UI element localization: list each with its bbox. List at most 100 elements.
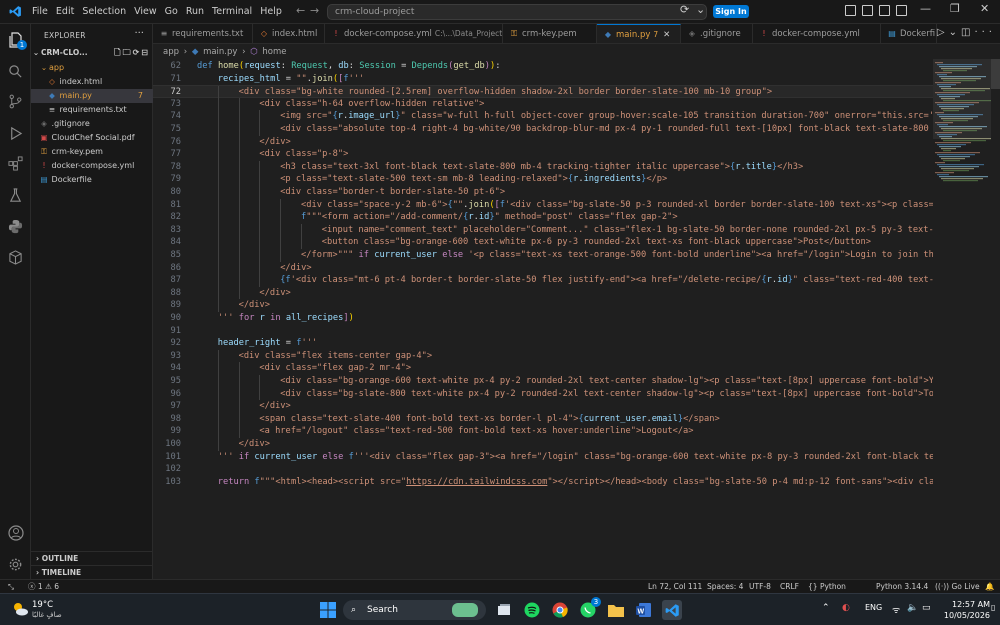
- more-actions-icon[interactable]: ···: [974, 27, 996, 38]
- code-line[interactable]: 81 <div class="space-y-2 mb-6">{"".join([…: [153, 198, 933, 212]
- system-clock[interactable]: 12:57 AM 10/05/2026: [938, 599, 990, 621]
- code-line[interactable]: 97 </div>: [153, 400, 933, 413]
- code-line[interactable]: 79 <p class="text-slate-500 text-sm mb-8 …: [153, 173, 933, 186]
- taskbar-search[interactable]: ⌕ Search: [343, 600, 486, 620]
- code-line[interactable]: 72 <div class="bg-white rounded-[2.5rem] …: [153, 85, 933, 99]
- sign-in-button[interactable]: Sign In: [713, 5, 749, 18]
- extensions-icon[interactable]: [6, 154, 25, 173]
- settings-gear-icon[interactable]: [6, 555, 25, 574]
- menu-go[interactable]: Go: [161, 6, 182, 17]
- source-control-icon[interactable]: [6, 92, 25, 111]
- tree-file-requirements[interactable]: ≡ requirements.txt: [31, 103, 153, 117]
- tab-gitignore[interactable]: ◈ .gitignore: [681, 24, 753, 43]
- toggle-panel-icon[interactable]: [862, 5, 873, 16]
- code-line[interactable]: 77 <div class="p-8">: [153, 148, 933, 161]
- menu-view[interactable]: View: [130, 6, 161, 17]
- tree-file-gitignore[interactable]: ◈ .gitignore: [31, 117, 153, 131]
- battery-icon[interactable]: ▭: [922, 603, 931, 613]
- minimize-icon[interactable]: —: [920, 2, 931, 15]
- code-line[interactable]: 75 <div class="absolute top-4 right-4 bg-…: [153, 123, 933, 136]
- tree-folder-app[interactable]: ⌄ app: [31, 61, 153, 75]
- breadcrumb-folder[interactable]: app: [163, 47, 179, 57]
- restore-icon[interactable]: ❐: [950, 2, 960, 15]
- tab-main-py[interactable]: ◆ main.py 7 ✕: [597, 24, 681, 43]
- file-explorer-icon[interactable]: [606, 600, 626, 620]
- indentation[interactable]: Spaces: 4: [707, 580, 743, 593]
- tab-docker-compose-data[interactable]: ! docker-compose.yml C:\...\Data_Project: [325, 24, 503, 43]
- code-editor[interactable]: 62 def home(request: Request, db: Session…: [153, 59, 933, 579]
- menu-help[interactable]: Help: [256, 6, 286, 17]
- split-editor-icon[interactable]: ◫: [961, 27, 974, 38]
- code-line[interactable]: 85 </form>""" if current_user else '<p cl…: [153, 249, 933, 262]
- tree-file-pem[interactable]: ⚿ crm-key.pem: [31, 145, 153, 159]
- whatsapp-icon[interactable]: 3: [578, 597, 601, 620]
- code-line[interactable]: 101 ''' if current_user else f'''<div cla…: [153, 451, 933, 464]
- run-file-icon[interactable]: ▷: [937, 27, 949, 38]
- explorer-files-icon[interactable]: 1: [6, 30, 27, 50]
- testing-flask-icon[interactable]: [6, 186, 25, 205]
- account-icon[interactable]: [6, 523, 25, 542]
- close-icon[interactable]: ✕: [980, 2, 989, 15]
- antivirus-tray-icon[interactable]: ◐: [842, 603, 850, 613]
- end-of-line[interactable]: CRLF: [780, 580, 799, 593]
- language-mode[interactable]: {} Python: [808, 580, 846, 593]
- tab-docker-compose[interactable]: ! docker-compose.yml: [753, 24, 881, 43]
- task-view-icon[interactable]: [494, 600, 514, 620]
- code-line[interactable]: 73 <div class="h-64 overflow-hidden relat…: [153, 97, 933, 111]
- code-line[interactable]: 103 return f"""<html><head><script src="h…: [153, 476, 933, 489]
- tree-file-dockerfile[interactable]: ▤ Dockerfile: [31, 173, 153, 187]
- menu-selection[interactable]: Selection: [78, 6, 130, 17]
- sync-icon[interactable]: ⟳: [680, 3, 689, 16]
- customize-layout-icon[interactable]: [896, 5, 907, 16]
- menu-file[interactable]: File: [28, 6, 52, 17]
- volume-icon[interactable]: 🔈: [907, 603, 918, 613]
- code-line[interactable]: 91: [153, 325, 933, 338]
- code-line[interactable]: 74 <img src="{r.image_url}" class="w-full…: [153, 110, 933, 123]
- go-live-button[interactable]: ((·)) Go Live: [935, 580, 980, 593]
- scrollbar-thumb[interactable]: [991, 59, 1000, 89]
- problems-indicator[interactable]: ⓧ 1 ⚠ 6: [28, 580, 59, 593]
- notification-center-icon[interactable]: ▯: [991, 603, 995, 612]
- project-root-folder[interactable]: ⌄ CRM-CLO... 🗋🗀⟳⊟: [31, 46, 153, 60]
- python-icon[interactable]: [6, 217, 25, 236]
- chevron-up-icon[interactable]: ⌃: [822, 603, 830, 613]
- code-line[interactable]: 83 <input name="comment_text" placeholder…: [153, 223, 933, 237]
- code-line[interactable]: 99 <a href="/logout" class="text-red-500 …: [153, 425, 933, 438]
- chevron-down-icon[interactable]: ⌄: [696, 3, 705, 16]
- folder-actions-icons[interactable]: 🗋🗀⟳⊟: [114, 46, 150, 60]
- tree-file-main-py[interactable]: ◆ main.py 7: [31, 89, 153, 103]
- cursor-position[interactable]: Ln 72, Col 111: [648, 580, 702, 593]
- python-interpreter[interactable]: Python 3.14.4: [876, 580, 928, 593]
- chevron-down-icon[interactable]: ⌄: [949, 27, 961, 38]
- search-icon[interactable]: [6, 62, 25, 81]
- timeline-section[interactable]: › TIMELINE: [31, 565, 153, 579]
- breadcrumb-symbol[interactable]: home: [262, 47, 286, 57]
- code-line[interactable]: 62 def home(request: Request, db: Session…: [153, 60, 933, 73]
- run-debug-icon[interactable]: [6, 124, 25, 143]
- code-line[interactable]: 82 f"""<form action="/add-comment/{r.id}"…: [153, 211, 933, 224]
- weather-widget[interactable]: 19°C صافٍ غالبًا: [32, 600, 62, 620]
- code-line[interactable]: 100 </div>: [153, 438, 933, 451]
- code-line[interactable]: 88 </div>: [153, 286, 933, 300]
- command-center-search[interactable]: crm-cloud-project: [327, 4, 707, 20]
- code-line[interactable]: 71 recipes_html = "".join([f''': [153, 73, 933, 86]
- code-line[interactable]: 86 </div>: [153, 261, 933, 275]
- close-tab-icon[interactable]: ✕: [663, 30, 670, 40]
- code-line[interactable]: 102: [153, 463, 933, 476]
- spotify-icon[interactable]: [522, 600, 542, 620]
- toggle-secondary-sidebar-icon[interactable]: [879, 5, 890, 16]
- containers-icon[interactable]: [6, 248, 25, 267]
- input-language[interactable]: ENG: [865, 603, 882, 612]
- windows-start-icon[interactable]: [318, 600, 338, 620]
- code-line[interactable]: 94 <div class="flex gap-2 mr-4">: [153, 362, 933, 375]
- code-line[interactable]: 90 ''' for r in all_recipes]): [153, 312, 933, 325]
- back-arrow-icon[interactable]: ←: [296, 4, 305, 17]
- menu-run[interactable]: Run: [182, 6, 208, 17]
- tree-file-pdf[interactable]: ▣ CloudChef Social.pdf: [31, 131, 153, 145]
- weather-icon[interactable]: [10, 599, 30, 619]
- code-line[interactable]: 84 <button class="bg-orange-600 text-whit…: [153, 236, 933, 249]
- code-line[interactable]: 92 header_right = f''': [153, 337, 933, 350]
- wifi-icon[interactable]: ᯤ: [892, 603, 900, 616]
- code-line[interactable]: 76 </div>: [153, 135, 933, 149]
- code-line[interactable]: 98 <span class="text-slate-400 font-bold …: [153, 412, 933, 426]
